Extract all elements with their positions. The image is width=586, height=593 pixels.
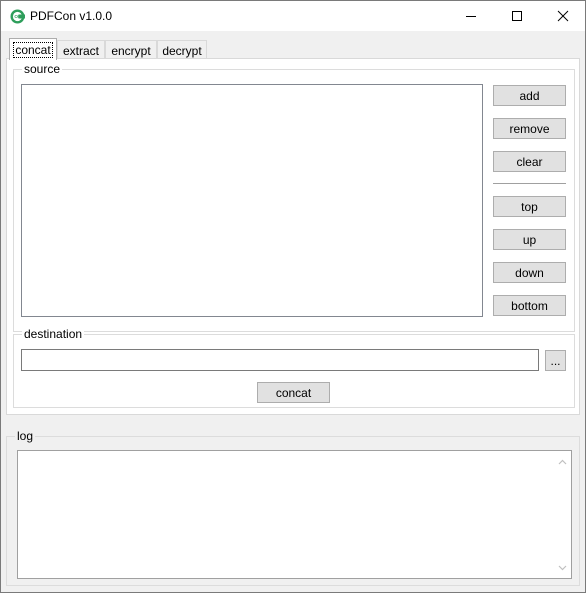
minimize-button[interactable]: [448, 1, 494, 31]
browse-button[interactable]: ...: [545, 350, 566, 371]
chevron-down-icon: [558, 565, 567, 570]
move-top-button[interactable]: top: [493, 196, 566, 217]
scroll-up-arrow[interactable]: [554, 453, 571, 470]
log-textarea[interactable]: [17, 450, 572, 579]
maximize-icon: [512, 11, 522, 21]
tab-decrypt-label: decrypt: [162, 43, 202, 58]
title-bar[interactable]: ON PDFCon v1.0.0: [1, 1, 585, 31]
tab-decrypt[interactable]: decrypt: [157, 40, 207, 60]
tab-extract[interactable]: extract: [57, 40, 105, 60]
app-icon-text: ON: [14, 14, 22, 19]
concat-button[interactable]: concat: [257, 382, 330, 403]
clear-button[interactable]: clear: [493, 151, 566, 172]
minimize-icon: [466, 16, 476, 17]
log-group-label: log: [15, 429, 36, 443]
window-title: PDFCon v1.0.0: [30, 9, 113, 23]
app-window: ON PDFCon v1.0.0 concat extract encrypt: [0, 0, 586, 593]
tab-encrypt[interactable]: encrypt: [105, 40, 157, 60]
move-down-button[interactable]: down: [493, 262, 566, 283]
move-bottom-button[interactable]: bottom: [493, 295, 566, 316]
destination-group: destination ... concat: [13, 327, 575, 408]
source-group-label: source: [22, 62, 63, 76]
button-separator: [493, 183, 566, 184]
tab-extract-label: extract: [62, 43, 99, 58]
log-group: log: [6, 429, 580, 586]
concat-tab-panel: source add remove clear top up down bott…: [6, 58, 580, 415]
move-up-button[interactable]: up: [493, 229, 566, 250]
scroll-down-arrow[interactable]: [554, 559, 571, 576]
add-button[interactable]: add: [493, 85, 566, 106]
tab-encrypt-label: encrypt: [111, 43, 151, 58]
destination-group-label: destination: [22, 327, 85, 341]
close-button[interactable]: [540, 1, 586, 31]
source-file-list[interactable]: [21, 84, 483, 317]
chevron-up-icon: [558, 459, 567, 464]
tab-concat[interactable]: concat: [9, 38, 57, 60]
close-icon: [557, 10, 569, 22]
log-vertical-scrollbar[interactable]: [554, 451, 571, 578]
remove-button[interactable]: remove: [493, 118, 566, 139]
destination-path-input[interactable]: [21, 349, 539, 371]
tab-concat-label: concat: [13, 41, 53, 58]
pdfcon-app-icon: ON: [10, 9, 25, 24]
source-group: source add remove clear top up down bott…: [13, 62, 575, 332]
maximize-button[interactable]: [494, 1, 540, 31]
